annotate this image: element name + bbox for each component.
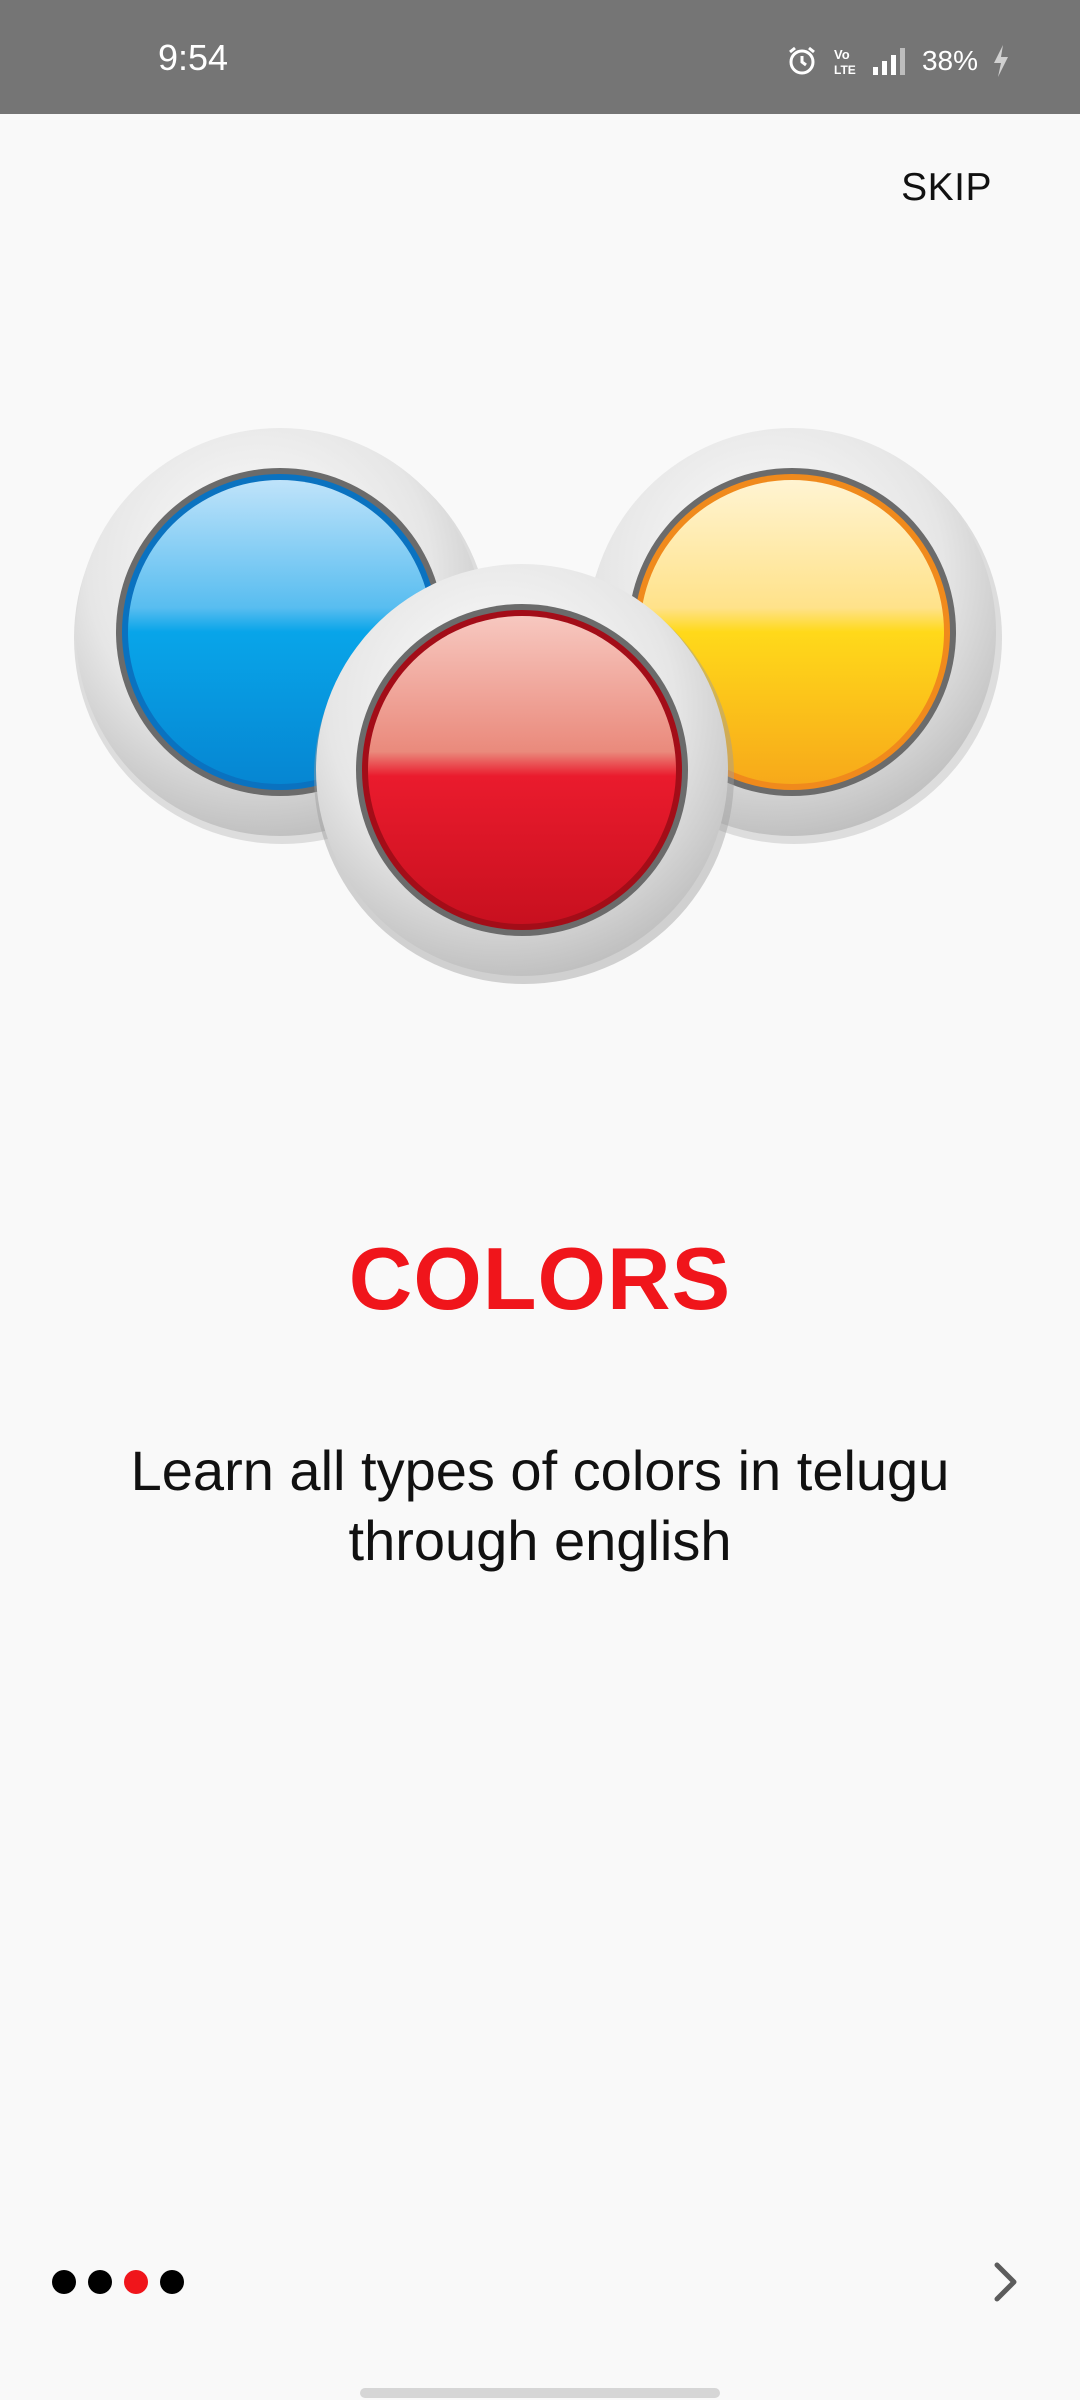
page-dot-1 <box>52 2270 76 2294</box>
page-dot-2 <box>88 2270 112 2294</box>
battery-charging-icon <box>994 45 1008 77</box>
page-description: Learn all types of colors in telugu thro… <box>130 1439 950 1572</box>
status-icons: Vo LTE 38% <box>786 44 1010 78</box>
battery-percentage: 38% <box>921 45 978 76</box>
svg-text:LTE: LTE <box>834 63 856 77</box>
page-dot-3-active <box>124 2270 148 2294</box>
alarm-icon <box>789 46 815 75</box>
page-indicator <box>52 2270 184 2294</box>
color-buttons-illustration <box>60 420 1020 1000</box>
next-button[interactable] <box>978 2254 1034 2310</box>
svg-text:Vo: Vo <box>834 47 850 62</box>
signal-icon <box>872 48 905 75</box>
page-title: COLORS <box>348 1229 732 1328</box>
chevron-right-icon <box>994 2262 1017 2302</box>
volte-icon: Vo LTE <box>834 47 856 77</box>
status-time: 9:54 <box>158 37 229 78</box>
status-bar: 9:54 Vo LTE 38% <box>0 0 1080 114</box>
skip-button[interactable]: SKIP <box>901 166 992 210</box>
page-dot-4 <box>160 2270 184 2294</box>
home-indicator[interactable] <box>360 2388 720 2398</box>
